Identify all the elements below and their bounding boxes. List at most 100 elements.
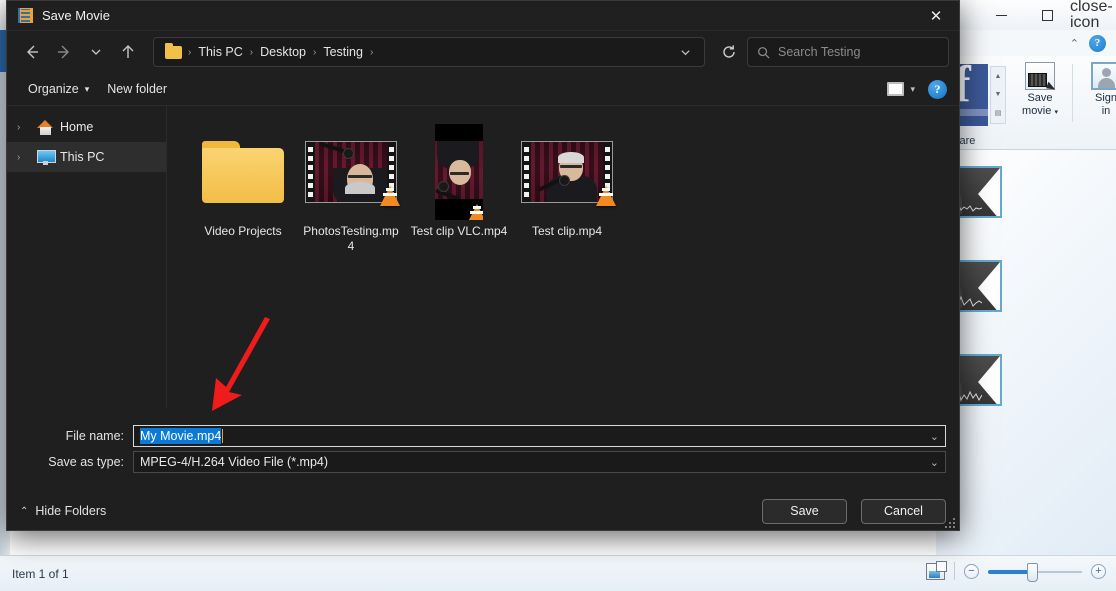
portrait-video-frame — [435, 124, 483, 220]
sidebar-item-home[interactable]: › Home — [7, 112, 166, 142]
zoom-slider-fill — [988, 569, 1032, 574]
status-bar: Item 1 of 1 − + — [0, 555, 1116, 591]
back-button[interactable] — [17, 37, 47, 67]
file-list[interactable]: Video Projects PhotosTesting.mp4 Test cl… — [167, 106, 959, 408]
list-item[interactable]: Test clip.mp4 — [513, 120, 621, 260]
organize-button[interactable]: Organize ▾ — [19, 77, 98, 101]
zoom-slider-thumb[interactable] — [1027, 562, 1039, 582]
filename-row: File name: My Movie.mp4 ⌄ — [8, 425, 958, 447]
list-item[interactable]: Video Projects — [189, 120, 297, 260]
dialog-help-button[interactable]: ? — [928, 79, 947, 99]
footer-buttons: Save Cancel — [762, 498, 946, 524]
list-item-label: Video Projects — [204, 224, 282, 238]
search-box[interactable]: Search Testing — [747, 37, 949, 67]
recent-locations-button[interactable] — [81, 37, 111, 67]
search-input[interactable]: Search Testing — [778, 45, 860, 59]
chevron-down-icon[interactable]: ⌄ — [930, 456, 939, 469]
chevron-right-icon[interactable]: › — [17, 122, 31, 133]
forward-button[interactable] — [49, 37, 79, 67]
breadcrumb-item-testing[interactable]: Testing — [318, 42, 368, 62]
vlc-cone-icon — [596, 186, 616, 206]
filename-input[interactable]: My Movie.mp4 ⌄ — [133, 425, 946, 447]
close-button[interactable]: close-icon — [1070, 0, 1116, 31]
save-movie-ribbon-button[interactable]: Save movie ▾ — [1010, 62, 1070, 117]
mic-head — [559, 175, 570, 186]
help-button[interactable]: ? — [1089, 34, 1106, 52]
close-icon: close-icon — [1070, 0, 1113, 31]
organize-label: Organize — [28, 82, 79, 96]
breadcrumb-dropdown-button[interactable] — [672, 40, 698, 64]
up-button[interactable] — [113, 37, 143, 67]
video-thumbnail — [303, 124, 400, 220]
window-controls: close-icon — [978, 0, 1116, 31]
refresh-button[interactable] — [713, 37, 745, 67]
chevron-down-icon: ▾ — [910, 83, 915, 94]
chevron-up-icon[interactable]: ⌃ — [1070, 37, 1079, 50]
command-bar: Organize ▾ New folder ▾ ? — [7, 73, 959, 106]
minimize-button[interactable] — [978, 0, 1024, 30]
dialog-body: › Home › This PC Video Projects PhotosTe… — [7, 106, 959, 408]
arrow-left-icon — [27, 45, 38, 59]
save-form: File name: My Movie.mp4 ⌄ Save as type: … — [8, 414, 958, 530]
gallery-scroll-buttons[interactable]: ▲ ▼ ▤ — [990, 66, 1006, 124]
filename-value: My Movie.mp4 — [140, 428, 222, 444]
dialog-close-button[interactable]: ✕ — [913, 1, 959, 31]
new-folder-button[interactable]: New folder — [98, 77, 176, 101]
cancel-button[interactable]: Cancel — [861, 498, 946, 524]
text-caret — [222, 429, 224, 443]
save-button[interactable]: Save — [762, 498, 847, 524]
gallery-more-icon[interactable]: ▤ — [995, 109, 1002, 117]
video-thumbnail — [519, 124, 616, 220]
video-frame — [315, 142, 387, 202]
list-item-label: Test clip.mp4 — [531, 224, 603, 238]
zoom-slider[interactable] — [988, 562, 1082, 582]
view-layout-icon — [887, 82, 905, 96]
maximize-icon — [1041, 9, 1053, 21]
breadcrumb-item-desktop[interactable]: Desktop — [255, 42, 311, 62]
person-icon — [1091, 62, 1116, 90]
mic-head — [438, 181, 449, 192]
list-item[interactable]: PhotosTesting.mp4 — [297, 120, 405, 260]
new-folder-label: New folder — [107, 82, 168, 96]
this-pc-icon — [37, 149, 56, 165]
breadcrumb-separator: › — [249, 46, 254, 58]
breadcrumb-separator: › — [369, 46, 374, 58]
hide-folders-button[interactable]: ⌃ Hide Folders — [20, 504, 106, 518]
file-grid: Video Projects PhotosTesting.mp4 Test cl… — [189, 120, 959, 260]
mic-head — [343, 148, 354, 159]
sign-in-ribbon-button[interactable]: Sign in — [1076, 62, 1116, 117]
view-options-button[interactable]: ▾ — [878, 77, 924, 101]
zoom-out-button[interactable]: − — [964, 563, 979, 579]
chevron-down-icon — [680, 49, 690, 55]
list-item-label: PhotosTesting.mp4 — [303, 224, 399, 253]
zoom-in-button[interactable]: + — [1091, 563, 1106, 579]
home-icon — [37, 119, 54, 135]
filename-label: File name: — [65, 429, 124, 443]
chevron-right-icon[interactable]: › — [17, 152, 31, 163]
maximize-button[interactable] — [1024, 0, 1070, 30]
vlc-cone-icon — [467, 204, 483, 220]
glasses — [560, 165, 582, 168]
hide-folders-label: Hide Folders — [35, 504, 107, 518]
scroll-down-icon[interactable]: ▼ — [995, 91, 1002, 98]
video-thumbnail — [411, 124, 507, 220]
save-movie-dialog: Save Movie ✕ › This PC › Desktop › Testi… — [6, 0, 960, 531]
breadcrumb-item-this-pc[interactable]: This PC — [193, 42, 247, 62]
breadcrumb-right-controls — [672, 40, 698, 64]
scroll-up-icon[interactable]: ▲ — [995, 73, 1002, 80]
storyboard-view-icon[interactable] — [926, 560, 947, 580]
vlc-cone-icon — [380, 186, 400, 206]
breadcrumb-separator: › — [313, 46, 317, 58]
arrow-up-icon — [122, 45, 134, 58]
breadcrumb[interactable]: › This PC › Desktop › Testing › — [153, 37, 705, 67]
sign-in-label-line2: in — [1101, 104, 1111, 117]
chevron-down-icon[interactable]: ⌄ — [930, 430, 939, 443]
status-bar-right: − + — [926, 560, 1106, 582]
filetype-select[interactable]: MPEG-4/H.264 Video File (*.mp4) ⌄ — [133, 451, 946, 473]
list-item[interactable]: Test clip VLC.mp4 — [405, 120, 513, 260]
video-frame — [435, 141, 483, 199]
sidebar-item-this-pc[interactable]: › This PC — [7, 142, 166, 172]
resize-grip[interactable] — [944, 517, 955, 528]
film-perforations-left — [522, 142, 531, 202]
ribbon-top-strip: ⌃ ? — [936, 30, 1116, 56]
